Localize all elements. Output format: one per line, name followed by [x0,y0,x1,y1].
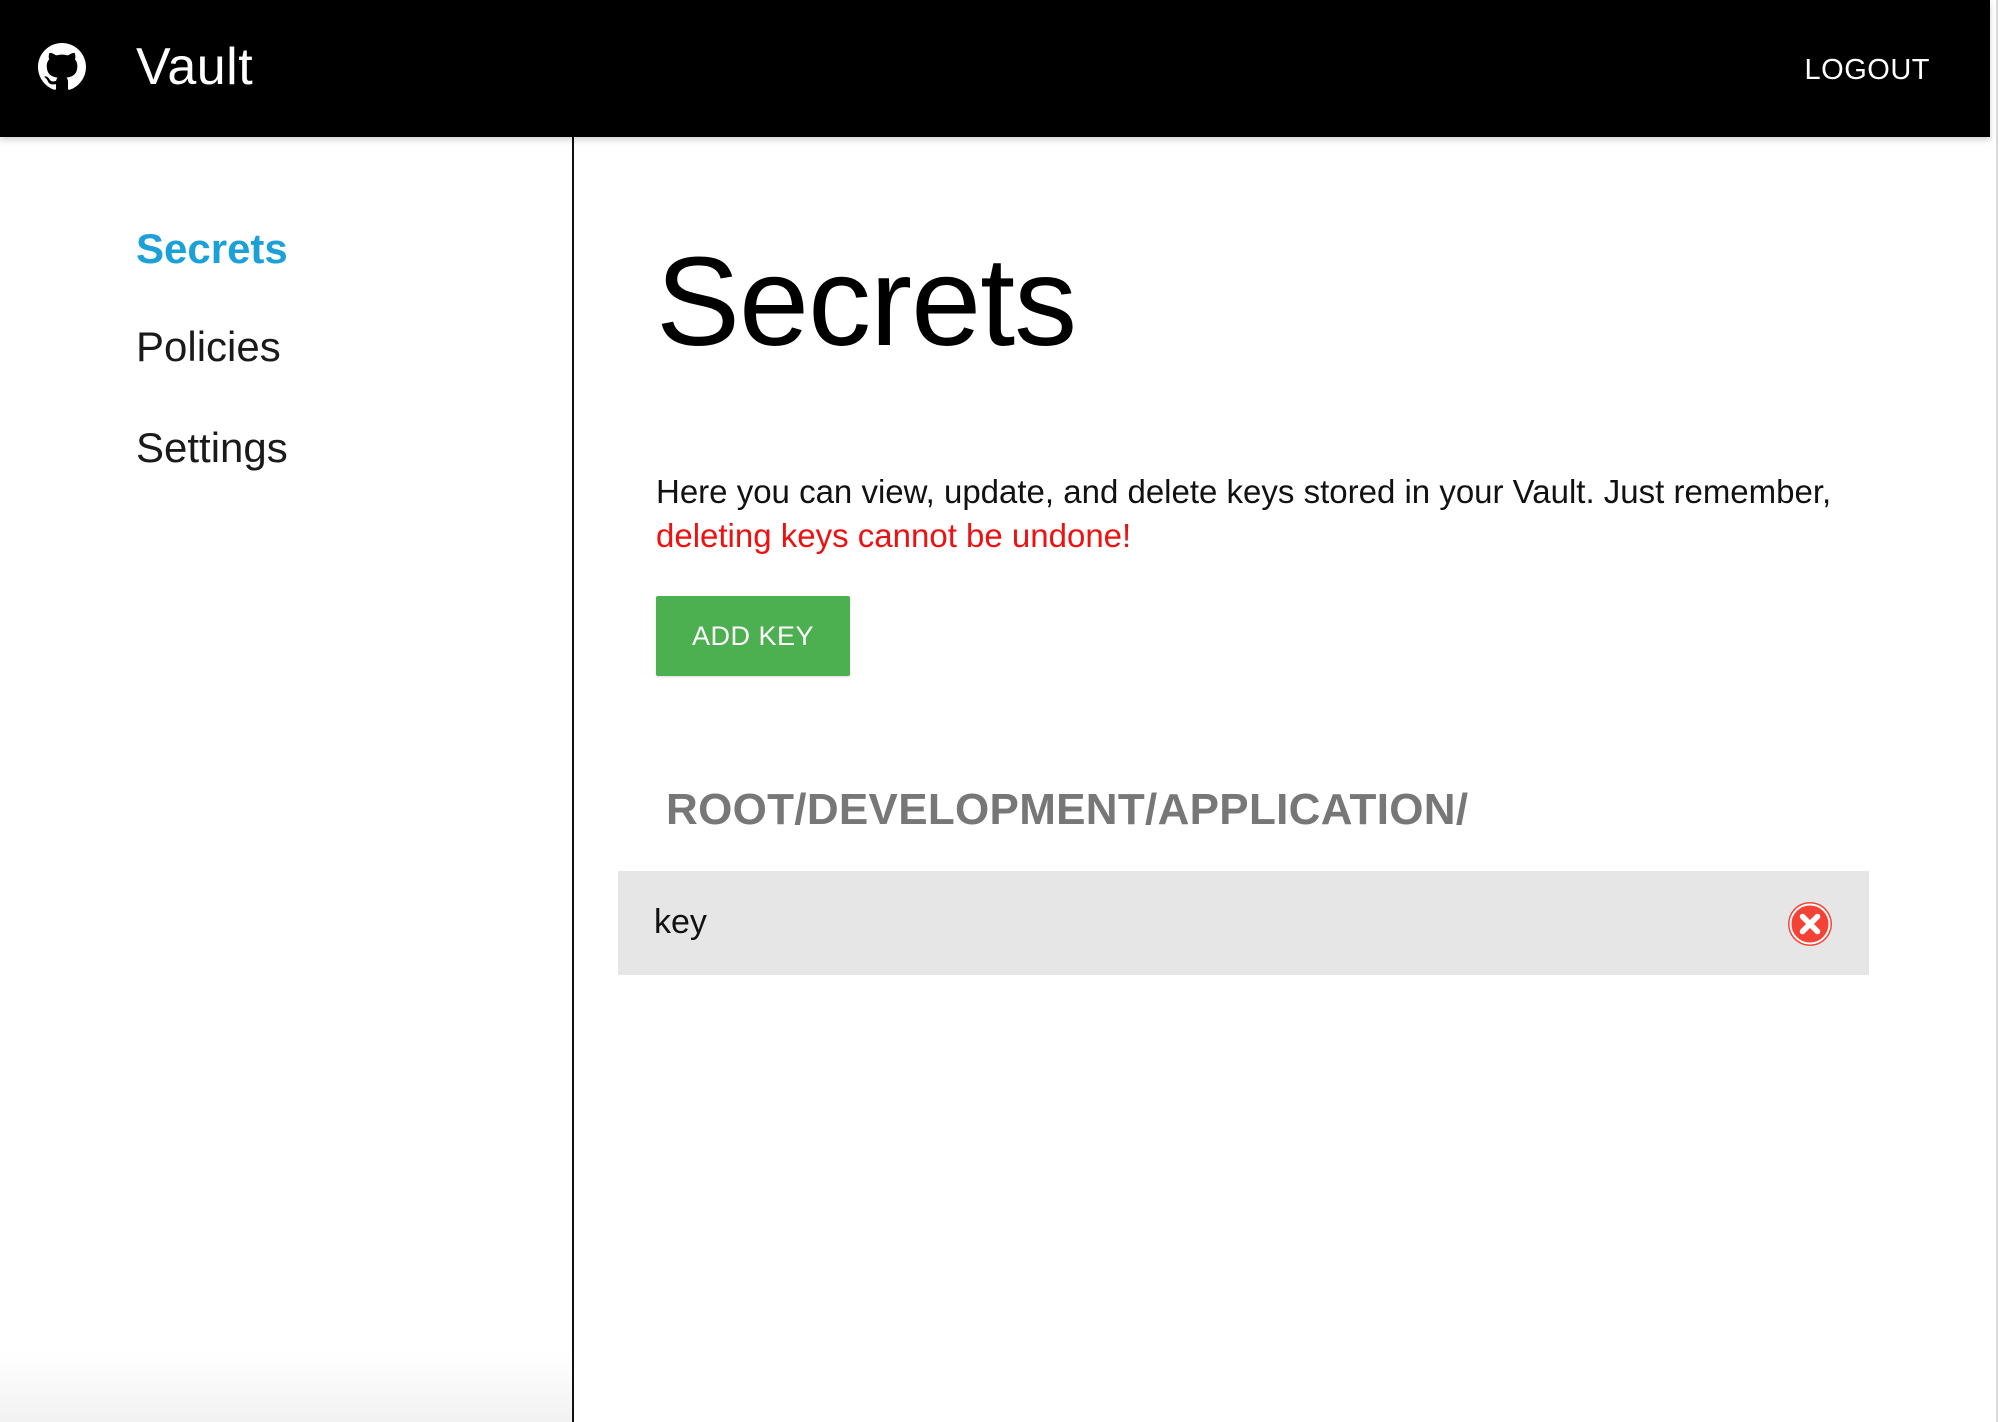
app-title[interactable]: Vault [136,34,253,100]
sidebar-item-secrets[interactable]: Secrets [136,222,288,276]
key-name[interactable]: key [654,898,707,946]
sidebar: Secrets Policies Settings [0,137,574,1422]
github-icon[interactable] [38,43,86,91]
app-header: Vault LOGOUT [0,0,1990,137]
sidebar-bottom-fade [0,1352,572,1422]
key-list-item[interactable]: key [618,871,1869,975]
window-scrollbar-edge [1996,0,1998,1422]
page-title: Secrets [656,231,1077,372]
logout-button[interactable]: LOGOUT [1805,52,1930,88]
add-key-button[interactable]: ADD KEY [656,596,850,676]
main-content: Secrets Here you can view, update, and d… [576,137,1990,1422]
intro-text: Here you can view, update, and delete ke… [656,470,1916,558]
vault-app-page: Vault LOGOUT Secrets Policies Settings S… [0,0,2002,1422]
delete-circle-x-icon[interactable] [1787,901,1833,947]
delete-warning: deleting keys cannot be undone! [656,517,1132,554]
sidebar-item-settings[interactable]: Settings [136,421,288,475]
sidebar-item-policies[interactable]: Policies [136,320,281,374]
intro-description: Here you can view, update, and delete ke… [656,473,1832,510]
secret-path-heading: ROOT/DEVELOPMENT/APPLICATION/ [666,785,1469,834]
